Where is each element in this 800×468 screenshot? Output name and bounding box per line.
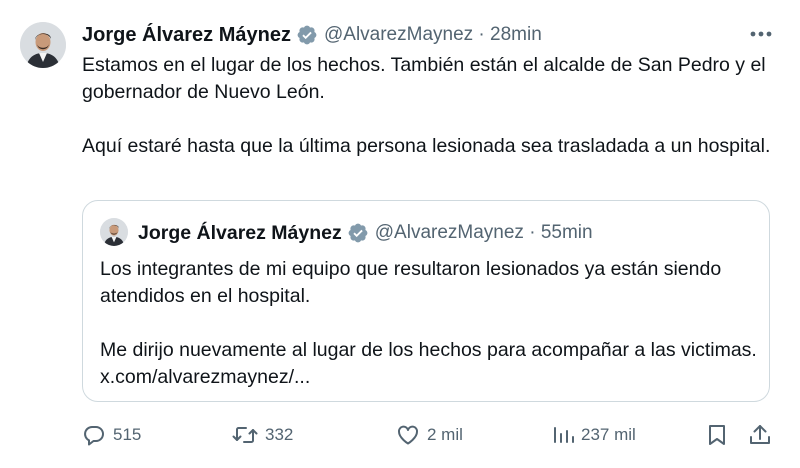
more-dots-icon — [749, 25, 773, 43]
tweet-header: Jorge Álvarez Máynez @AlvarezMaynez · 28… — [82, 20, 542, 50]
tweet-paragraph: Estamos en el lugar de los hechos. Tambi… — [82, 54, 766, 103]
views-icon — [552, 423, 574, 447]
reply-icon — [82, 423, 106, 447]
reply-button[interactable]: 515 — [82, 418, 141, 452]
share-button[interactable] — [748, 418, 772, 452]
bookmark-button[interactable] — [706, 418, 728, 452]
author-avatar[interactable] — [20, 22, 66, 68]
quoted-tweet-header: Jorge Álvarez Máynez @AlvarezMaynez · 55… — [138, 218, 593, 248]
quoted-paragraph: Los integrantes de mi equipo que resulta… — [100, 258, 722, 307]
quoted-author-avatar — [100, 218, 128, 246]
like-button[interactable]: 2 mil — [396, 418, 463, 452]
bookmark-icon — [706, 423, 728, 447]
quoted-paragraph: Me dirijo nuevamente al lugar de los hec… — [100, 339, 757, 388]
repost-button[interactable]: 332 — [232, 418, 293, 452]
views-count: 237 mil — [581, 425, 636, 444]
heart-icon — [396, 423, 420, 447]
views-button[interactable]: 237 mil — [552, 418, 636, 452]
verified-badge-icon — [347, 222, 369, 244]
tweet-paragraph: Aquí estaré hasta que la última persona … — [82, 135, 771, 157]
verified-badge-icon — [296, 24, 318, 46]
more-options-button[interactable] — [744, 20, 778, 48]
tweet-text: Estamos en el lugar de los hechos. Tambi… — [82, 52, 782, 160]
share-icon — [748, 423, 772, 447]
author-name[interactable]: Jorge Álvarez Máynez — [82, 24, 291, 47]
quoted-author-name: Jorge Álvarez Máynez — [138, 221, 342, 244]
repost-count: 332 — [265, 425, 294, 444]
action-bar: 515 332 2 mil 237 mil — [0, 418, 800, 452]
author-handle-time[interactable]: @AlvarezMaynez · 28min — [324, 24, 542, 46]
tweet[interactable]: Jorge Álvarez Máynez @AlvarezMaynez · 28… — [0, 0, 800, 468]
quoted-tweet-text: Los integrantes de mi equipo que resulta… — [100, 256, 760, 391]
quoted-handle-time: @AlvarezMaynez · 55min — [374, 222, 593, 243]
repost-icon — [232, 423, 258, 447]
reply-count: 515 — [113, 425, 142, 444]
like-count: 2 mil — [427, 425, 463, 444]
